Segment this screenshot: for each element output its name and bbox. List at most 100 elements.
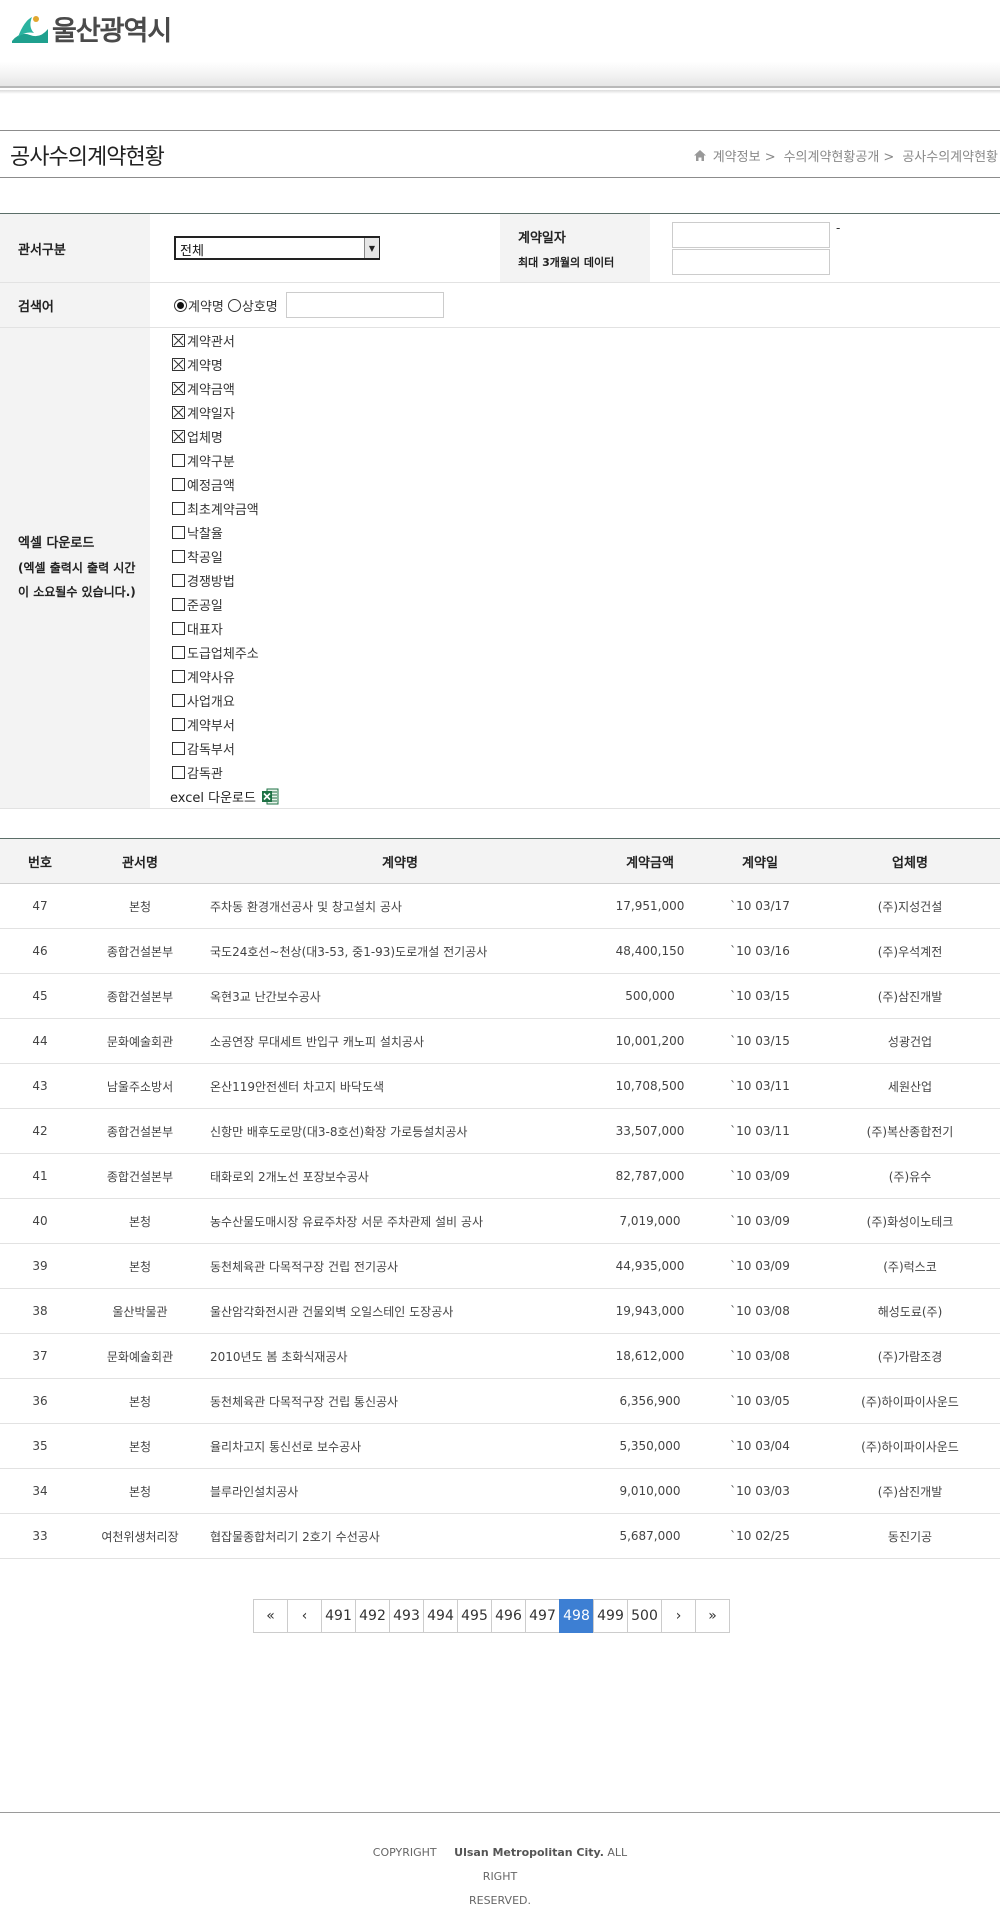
- checkbox-item[interactable]: 최초계약금액: [172, 496, 1000, 520]
- chevron-down-icon[interactable]: ▼: [364, 238, 379, 258]
- excel-download-label[interactable]: excel 다운로드: [170, 787, 256, 806]
- table-row[interactable]: 37 문화예술회관 2010년도 봄 초화식재공사 18,612,000 `10 03/…: [0, 1334, 1000, 1379]
- cell-name[interactable]: 온산119안전센터 차고지 바닥도색: [200, 1078, 600, 1095]
- checkbox-item[interactable]: 계약구분: [172, 448, 1000, 472]
- radio-contract-name-label[interactable]: 계약명: [188, 296, 224, 315]
- radio-company-name-label[interactable]: 상호명: [242, 296, 278, 315]
- cell-name[interactable]: 태화로외 2개노선 포장보수공사: [200, 1168, 600, 1185]
- checkbox-label[interactable]: 감독부서: [187, 739, 235, 758]
- table-row[interactable]: 45 종합건설본부 옥현3교 난간보수공사 500,000 `10 03/15 (주)삼진…: [0, 974, 1000, 1019]
- checkbox[interactable]: [172, 573, 185, 587]
- checkbox[interactable]: [172, 645, 185, 659]
- checkbox-label[interactable]: 업체명: [187, 427, 223, 446]
- date-start-input[interactable]: [672, 221, 830, 248]
- table-row[interactable]: 38 울산박물관 울산암각화전시관 건물외벽 오일스테인 도장공사 19,943,00…: [0, 1289, 1000, 1334]
- cell-name[interactable]: 율리차고지 통신선로 보수공사: [200, 1438, 600, 1455]
- checkbox-item[interactable]: 계약금액: [172, 376, 1000, 400]
- page-number-button[interactable]: 498: [559, 1599, 594, 1633]
- table-row[interactable]: 46 종합건설본부 국도24호선~천상(대3-53, 중1-93)도로개설 전기공사…: [0, 929, 1000, 974]
- checkbox-item[interactable]: 사업개요: [172, 688, 1000, 712]
- excel-download-link[interactable]: excel 다운로드: [170, 784, 1000, 808]
- checkbox[interactable]: [172, 333, 185, 347]
- table-row[interactable]: 44 문화예술회관 소공연장 무대세트 반입구 캐노피 설치공사 10,001,200…: [0, 1019, 1000, 1064]
- cell-name[interactable]: 옥현3교 난간보수공사: [200, 988, 600, 1005]
- checkbox-label[interactable]: 최초계약금액: [187, 499, 259, 518]
- checkbox[interactable]: [172, 693, 185, 707]
- checkbox-item[interactable]: 경쟁방법: [172, 568, 1000, 592]
- dept-select[interactable]: 전체 ▼: [174, 236, 380, 260]
- checkbox-label[interactable]: 도급업체주소: [187, 643, 259, 662]
- checkbox[interactable]: [172, 621, 185, 635]
- cell-name[interactable]: 주차동 환경개선공사 및 창고설치 공사: [200, 898, 600, 915]
- breadcrumb-item-private-contract[interactable]: 수의계약현황공개 >: [784, 146, 895, 165]
- table-row[interactable]: 36 본청 동천체육관 다목적구장 건립 통신공사 6,356,900 `10 03/0…: [0, 1379, 1000, 1424]
- cell-name[interactable]: 신항만 배후도로망(대3-8호선)확장 가로등설치공사: [200, 1123, 600, 1140]
- checkbox[interactable]: [172, 477, 185, 491]
- checkbox[interactable]: [172, 669, 185, 683]
- page-number-button[interactable]: 497: [525, 1599, 560, 1633]
- table-row[interactable]: 43 남울주소방서 온산119안전센터 차고지 바닥도색 10,708,500 `10 …: [0, 1064, 1000, 1109]
- checkbox-label[interactable]: 대표자: [187, 619, 223, 638]
- cell-name[interactable]: 울산암각화전시관 건물외벽 오일스테인 도장공사: [200, 1303, 600, 1320]
- excel-icon[interactable]: [261, 788, 279, 805]
- cell-name[interactable]: 협잡물종합처리기 2호기 수선공사: [200, 1528, 600, 1545]
- cell-name[interactable]: 농수산물도매시장 유료주차장 서문 주차관제 설비 공사: [200, 1213, 600, 1230]
- table-row[interactable]: 35 본청 율리차고지 통신선로 보수공사 5,350,000 `10 03/04 (주)…: [0, 1424, 1000, 1469]
- checkbox-label[interactable]: 계약구분: [187, 451, 235, 470]
- checkbox-label[interactable]: 계약명: [187, 355, 223, 374]
- checkbox[interactable]: [172, 453, 185, 467]
- checkbox[interactable]: [172, 717, 185, 731]
- table-row[interactable]: 40 본청 농수산물도매시장 유료주차장 서문 주차관제 설비 공사 7,019,00…: [0, 1199, 1000, 1244]
- page-next-button[interactable]: ›: [661, 1599, 696, 1633]
- page-last-button[interactable]: »: [695, 1599, 730, 1633]
- checkbox-item[interactable]: 계약부서: [172, 712, 1000, 736]
- page-first-button[interactable]: «: [253, 1599, 288, 1633]
- radio-company-name[interactable]: [227, 298, 241, 312]
- checkbox-label[interactable]: 계약사유: [187, 667, 235, 686]
- checkbox[interactable]: [172, 357, 185, 371]
- page-number-button[interactable]: 499: [593, 1599, 628, 1633]
- cell-name[interactable]: 2010년도 봄 초화식재공사: [200, 1348, 600, 1365]
- cell-name[interactable]: 블루라인설치공사: [200, 1483, 600, 1500]
- checkbox-item[interactable]: 감독부서: [172, 736, 1000, 760]
- checkbox-label[interactable]: 경쟁방법: [187, 571, 235, 590]
- checkbox-label[interactable]: 예정금액: [187, 475, 235, 494]
- page-number-button[interactable]: 491: [321, 1599, 356, 1633]
- checkbox[interactable]: [172, 549, 185, 563]
- checkbox-item[interactable]: 착공일: [172, 544, 1000, 568]
- radio-contract-name[interactable]: [174, 298, 187, 312]
- checkbox[interactable]: [172, 525, 185, 539]
- checkbox-item[interactable]: 예정금액: [172, 472, 1000, 496]
- breadcrumb-item-contract-info[interactable]: 계약정보 >: [713, 146, 776, 165]
- checkbox-item[interactable]: 계약관서: [172, 328, 1000, 352]
- checkbox[interactable]: [172, 765, 185, 779]
- page-number-button[interactable]: 496: [491, 1599, 526, 1633]
- checkbox-label[interactable]: 계약일자: [187, 403, 235, 422]
- checkbox[interactable]: [172, 501, 185, 515]
- checkbox-item[interactable]: 감독관: [172, 760, 1000, 784]
- checkbox-item[interactable]: 준공일: [172, 592, 1000, 616]
- cell-name[interactable]: 동천체육관 다목적구장 건립 전기공사: [200, 1258, 600, 1275]
- page-number-button[interactable]: 494: [423, 1599, 458, 1633]
- checkbox[interactable]: [172, 381, 185, 395]
- checkbox-label[interactable]: 준공일: [187, 595, 223, 614]
- checkbox-item[interactable]: 업체명: [172, 424, 1000, 448]
- checkbox[interactable]: [172, 741, 185, 755]
- checkbox[interactable]: [172, 597, 185, 611]
- table-row[interactable]: 41 종합건설본부 태화로외 2개노선 포장보수공사 82,787,000 `10 03…: [0, 1154, 1000, 1199]
- home-icon[interactable]: [693, 149, 707, 162]
- cell-name[interactable]: 국도24호선~천상(대3-53, 중1-93)도로개설 전기공사: [200, 943, 600, 960]
- checkbox-item[interactable]: 도급업체주소: [172, 640, 1000, 664]
- page-number-button[interactable]: 492: [355, 1599, 390, 1633]
- page-prev-button[interactable]: ‹: [287, 1599, 322, 1633]
- checkbox-item[interactable]: 대표자: [172, 616, 1000, 640]
- checkbox-label[interactable]: 낙찰율: [187, 523, 223, 542]
- page-number-button[interactable]: 500: [627, 1599, 662, 1633]
- page-number-button[interactable]: 495: [457, 1599, 492, 1633]
- table-row[interactable]: 34 본청 블루라인설치공사 9,010,000 `10 03/03 (주)삼진개발: [0, 1469, 1000, 1514]
- keyword-input[interactable]: [285, 292, 444, 318]
- checkbox-label[interactable]: 착공일: [187, 547, 223, 566]
- checkbox-item[interactable]: 계약명: [172, 352, 1000, 376]
- checkbox[interactable]: [172, 405, 185, 419]
- table-row[interactable]: 33 여천위생처리장 협잡물종합처리기 2호기 수선공사 5,687,000 `10 0…: [0, 1514, 1000, 1559]
